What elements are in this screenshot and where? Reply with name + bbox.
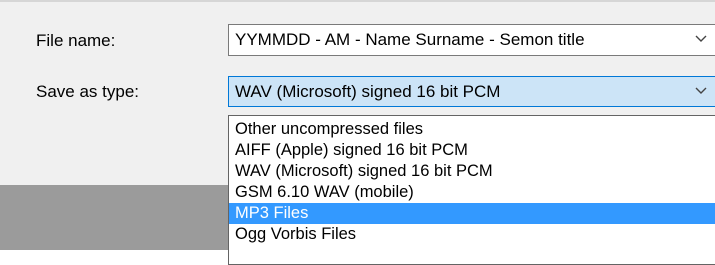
dropdown-option-other-uncompressed[interactable]: Other uncompressed files (229, 119, 715, 140)
save-as-type-label: Save as type: (36, 82, 140, 101)
save-as-type-dropdown-list[interactable]: Other uncompressed files AIFF (Apple) si… (228, 115, 715, 265)
chevron-down-icon[interactable] (693, 30, 709, 46)
file-name-combobox[interactable]: YYMMDD - AM - Name Surname - Semon title (228, 24, 715, 56)
dropdown-option-wav[interactable]: WAV (Microsoft) signed 16 bit PCM (229, 161, 715, 182)
dropdown-option-gsm[interactable]: GSM 6.10 WAV (mobile) (229, 182, 715, 203)
top-border (0, 0, 715, 2)
file-name-label: File name: (36, 31, 116, 50)
save-as-type-combobox[interactable]: WAV (Microsoft) signed 16 bit PCM (228, 76, 715, 107)
dropdown-option-mp3[interactable]: MP3 Files (229, 203, 715, 224)
dropdown-option-ogg[interactable]: Ogg Vorbis Files (229, 224, 715, 245)
dropdown-option-aiff[interactable]: AIFF (Apple) signed 16 bit PCM (229, 140, 715, 161)
file-name-input[interactable]: YYMMDD - AM - Name Surname - Semon title (235, 30, 585, 50)
chevron-down-icon[interactable] (693, 82, 709, 98)
save-as-type-value: WAV (Microsoft) signed 16 bit PCM (235, 82, 501, 101)
